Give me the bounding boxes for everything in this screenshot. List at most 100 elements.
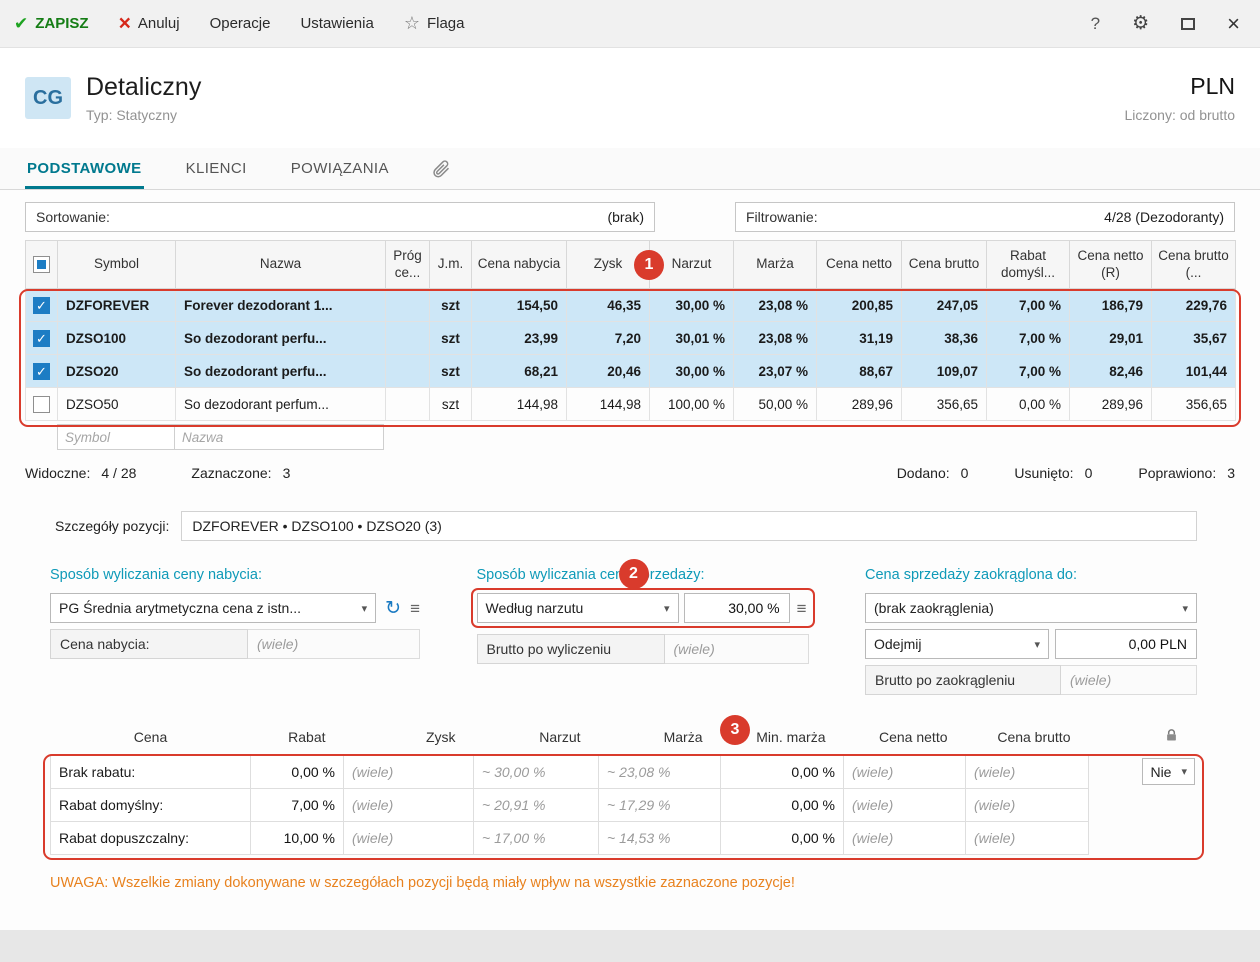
chevron-down-icon: ▾	[1176, 602, 1188, 615]
purchase-method-select[interactable]: PG Średnia arytmetyczna cena z istn... ▾	[50, 593, 376, 623]
rounding-section-title: Cena sprzedaży zaokrąglona do:	[865, 567, 1197, 583]
name-filter-input[interactable]	[174, 424, 384, 450]
settings-menu[interactable]: Ustawienia	[300, 15, 373, 32]
markup-cell: ~ 20,91 %	[474, 788, 599, 821]
menu-icon[interactable]: ≡	[410, 600, 420, 617]
purchase-price-value[interactable]: (wiele)	[248, 629, 420, 659]
sale-method-section: Sposób wyliczania ceny sprzedaży: 2 Wedł…	[477, 567, 809, 695]
price-level-row: Rabat dopuszczalny:10,00 % (wiele) ~ 17,00…	[51, 821, 1198, 854]
markup-percent-input[interactable]: 30,00 %	[684, 593, 790, 623]
page-header: CG Detaliczny Typ: Statyczny PLN Liczony…	[0, 48, 1260, 148]
column-header-unit[interactable]: J.m.	[430, 241, 472, 289]
annotation-box-2: Według narzutu ▾ 30,00 % ≡	[471, 588, 815, 628]
gross-price-r-cell: 229,76	[1152, 289, 1236, 322]
margin-cell: 50,00 %	[734, 388, 817, 421]
net-price-cell: 31,19	[817, 322, 902, 355]
lock-cell	[1089, 788, 1198, 821]
page-subtitle: Typ: Statyczny	[86, 107, 201, 123]
price-column-header-markup: Narzut	[474, 725, 599, 755]
tab-content: Sortowanie: (brak) Filtrowanie: 4/28 (De…	[0, 190, 1260, 930]
default-discount-cell: 0,00 %	[987, 388, 1070, 421]
price-level-row: Brak rabatu:0,00 %(wiele)~ 30,00 %~ 23,0…	[51, 755, 1198, 788]
gross-price-cell: 109,07	[902, 355, 987, 388]
row-checkbox[interactable]: ✓	[33, 363, 50, 380]
tab-podstawowe[interactable]: PODSTAWOWE	[25, 148, 144, 189]
tab-klienci[interactable]: KLIENCI	[184, 148, 249, 189]
discount-cell[interactable]: 7,00 %	[251, 788, 344, 821]
profit-cell: 46,35	[567, 289, 650, 322]
min-margin-cell[interactable]: 0,00 %	[721, 755, 844, 788]
chevron-down-icon: ▾	[1181, 765, 1187, 778]
sort-bar[interactable]: Sortowanie: (brak)	[25, 202, 655, 232]
tab-powiazania[interactable]: POWIĄZANIA	[289, 148, 391, 189]
select-all-header[interactable]	[26, 241, 58, 289]
column-header-name[interactable]: Nazwa	[176, 241, 386, 289]
lock-cell[interactable]: Nie▾	[1089, 755, 1198, 788]
help-icon[interactable]: ?	[1091, 14, 1100, 34]
save-button-label: ZAPISZ	[35, 15, 88, 32]
row-checkbox[interactable]: ✓	[33, 297, 50, 314]
selected-counter: Zaznaczone:3	[191, 465, 290, 481]
item-details-label: Szczegóły pozycji:	[55, 518, 169, 534]
purchase-section-title: Sposób wyliczania ceny nabycia:	[50, 567, 420, 583]
discount-cell[interactable]: 0,00 %	[251, 755, 344, 788]
lock-select[interactable]: Nie▾	[1142, 758, 1195, 785]
product-row[interactable]: ✓DZSO100So dezodorant perfu...szt23,997,…	[26, 322, 1236, 355]
column-header-gross-price[interactable]: Cena brutto	[902, 241, 987, 289]
discount-cell[interactable]: 10,00 %	[251, 821, 344, 854]
column-header-gross-price-r[interactable]: Cena brutto (...	[1152, 241, 1236, 289]
item-details-row: Szczegóły pozycji: DZFOREVER • DZSO100 •…	[55, 511, 1197, 541]
column-header-net-price-r[interactable]: Cena netto (R)	[1070, 241, 1152, 289]
select-all-checkbox[interactable]	[33, 256, 50, 273]
column-header-purchase-price[interactable]: Cena nabycia	[472, 241, 567, 289]
markup-cell: 30,01 %	[650, 322, 734, 355]
cancel-button[interactable]: × Anuluj	[119, 13, 180, 34]
purchase-method-section: Sposób wyliczania ceny nabycia: PG Średn…	[50, 567, 420, 695]
gross-price-r-cell: 35,67	[1152, 322, 1236, 355]
min-margin-cell[interactable]: 0,00 %	[721, 821, 844, 854]
subtract-amount-input[interactable]: 0,00 PLN	[1055, 629, 1197, 659]
gross-price-r-cell: 356,65	[1152, 388, 1236, 421]
symbol-filter-input[interactable]	[57, 424, 175, 450]
symbol-cell: DZSO100	[58, 322, 176, 355]
column-header-symbol[interactable]: Symbol	[58, 241, 176, 289]
rounding-select[interactable]: (brak zaokrąglenia) ▾	[865, 593, 1197, 623]
price-column-header-gross-price: Cena brutto	[966, 725, 1089, 755]
lock-cell	[1089, 821, 1198, 854]
save-button[interactable]: ✔ ZAPISZ	[14, 14, 89, 34]
filter-bar[interactable]: Filtrowanie: 4/28 (Dezodoranty)	[735, 202, 1235, 232]
subtract-select[interactable]: Odejmij ▾	[865, 629, 1049, 659]
gear-icon[interactable]: ⚙	[1132, 12, 1149, 35]
attachment-paperclip-icon[interactable]	[431, 148, 451, 189]
column-header-margin[interactable]: Marża	[734, 241, 817, 289]
maximize-icon[interactable]	[1181, 18, 1195, 30]
row-checkbox[interactable]: ✓	[33, 330, 50, 347]
sale-method-select[interactable]: Według narzutu ▾	[477, 593, 679, 623]
column-header-default-discount[interactable]: Rabat domyśl...	[987, 241, 1070, 289]
gross-price-cell: 247,05	[902, 289, 987, 322]
gross-after-calc-label: Brutto po wyliczeniu	[477, 634, 665, 664]
column-header-price-threshold[interactable]: Próg ce...	[386, 241, 430, 289]
column-header-net-price[interactable]: Cena netto	[817, 241, 902, 289]
profit-cell: 144,98	[567, 388, 650, 421]
refresh-icon[interactable]: ↻	[385, 599, 401, 618]
markup-cell: ~ 17,00 %	[474, 821, 599, 854]
profit-cell: (wiele)	[344, 788, 474, 821]
product-row[interactable]: ✓DZSO20So dezodorant perfu...szt68,2120,…	[26, 355, 1236, 388]
purchase-price-cell: 68,21	[472, 355, 567, 388]
flag-button[interactable]: ☆ Flaga	[404, 13, 465, 34]
price-level-label: Rabat dopuszczalny:	[51, 821, 251, 854]
product-row[interactable]: ✓DZFOREVERForever dezodorant 1...szt154,…	[26, 289, 1236, 322]
menu-icon[interactable]: ≡	[797, 600, 807, 617]
gross-price-cell: (wiele)	[966, 821, 1089, 854]
close-icon[interactable]: ×	[1227, 13, 1240, 35]
operations-menu[interactable]: Operacje	[210, 15, 271, 32]
product-row[interactable]: DZSO50So dezodorant perfum...szt144,9814…	[26, 388, 1236, 421]
price-column-header-discount: Rabat	[251, 725, 344, 755]
gross-after-round-value[interactable]: (wiele)	[1061, 665, 1197, 695]
min-margin-cell[interactable]: 0,00 %	[721, 788, 844, 821]
gross-after-calc-value[interactable]: (wiele)	[665, 634, 809, 664]
row-checkbox[interactable]	[33, 396, 50, 413]
column-filter-row	[25, 424, 1235, 450]
net-price-r-cell: 289,96	[1070, 388, 1152, 421]
